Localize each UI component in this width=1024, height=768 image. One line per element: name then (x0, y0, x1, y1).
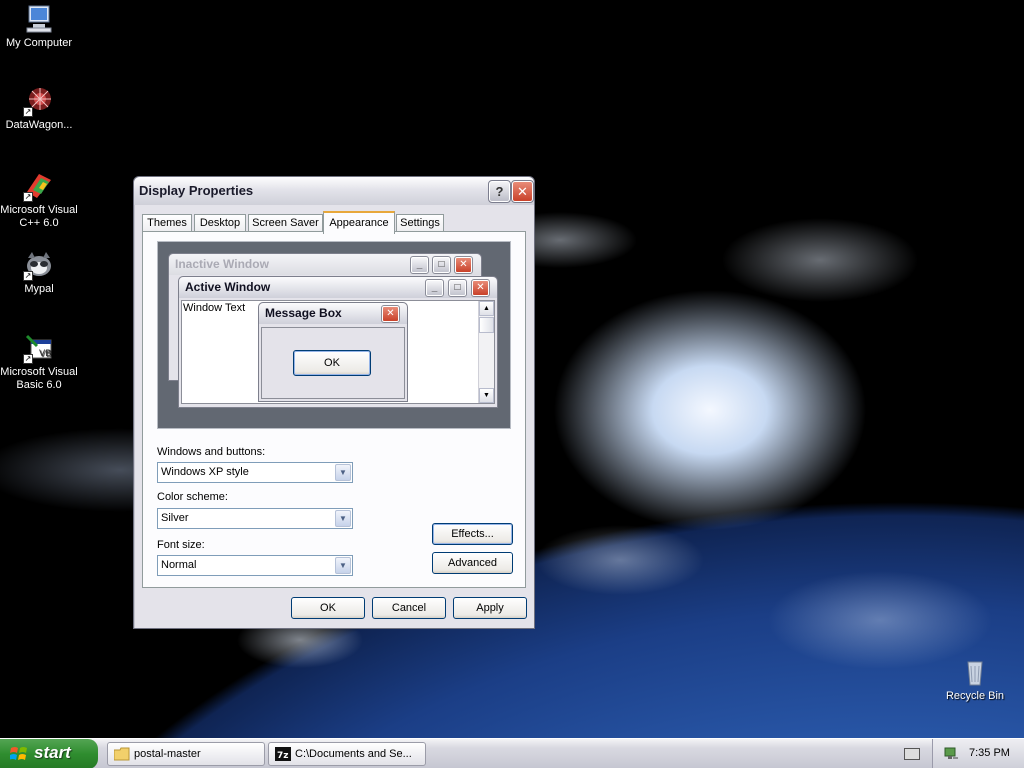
taskbar-item-postal-master[interactable]: postal-master (107, 742, 265, 766)
recycle-bin-icon (959, 656, 991, 688)
help-button[interactable]: ? (488, 180, 511, 203)
taskbar: start postal-master 7z C:\Documents and … (0, 738, 1024, 768)
system-tray: 7:35 PM (932, 739, 1024, 768)
clock[interactable]: 7:35 PM (969, 747, 1010, 759)
chevron-down-icon[interactable]: ▼ (335, 510, 351, 527)
chevron-down-icon[interactable]: ▼ (335, 557, 351, 574)
visual-cpp-icon: ↗ (23, 170, 55, 202)
maximize-icon: □ (448, 279, 467, 297)
dialog-title: Display Properties (139, 183, 254, 198)
appearance-preview: Inactive Window _ □ ✕ Active Window _ □ … (157, 241, 511, 429)
preview-message-box: Message Box ✕ OK (258, 302, 408, 402)
desktop-icon-recycle-bin[interactable]: Recycle Bin (936, 656, 1014, 703)
close-icon: ✕ (454, 256, 473, 274)
icon-label: Microsoft Visual Basic 6.0 (0, 366, 78, 391)
desktop: My Computer ↗ DataWagon... ↗ Microsoft V… (0, 0, 1024, 738)
color-scheme-select[interactable]: Silver ▼ (157, 508, 353, 529)
computer-icon (23, 3, 55, 35)
scroll-thumb (479, 317, 494, 333)
visual-basic-icon: VB ↗ (23, 332, 55, 364)
desktop-icon-datawagon[interactable]: ↗ DataWagon... (0, 85, 78, 132)
taskbar-item-7zip[interactable]: 7z C:\Documents and Se... (268, 742, 426, 766)
scrollbar: ▲ ▼ (478, 301, 494, 403)
window-text: Window Text (183, 302, 246, 314)
windows-buttons-value: Windows XP style (161, 466, 249, 478)
icon-label: Mypal (24, 283, 54, 295)
tab-appearance[interactable]: Appearance (323, 211, 395, 234)
7zip-icon: 7z (275, 747, 291, 761)
icon-label: Recycle Bin (945, 690, 1005, 702)
keyboard-icon[interactable] (904, 748, 920, 760)
close-button[interactable]: ✕ (511, 180, 534, 203)
desktop-icon-visual-cpp[interactable]: ↗ Microsoft Visual C++ 6.0 (0, 170, 78, 230)
close-icon: ✕ (381, 305, 400, 323)
desktop-icon-mypal[interactable]: ↗ Mypal (0, 249, 78, 296)
chevron-down-icon[interactable]: ▼ (335, 464, 351, 481)
windows-buttons-label: Windows and buttons: (157, 446, 266, 458)
windows-buttons-select[interactable]: Windows XP style ▼ (157, 462, 353, 483)
appearance-panel: Inactive Window _ □ ✕ Active Window _ □ … (142, 231, 526, 588)
icon-label: DataWagon... (5, 119, 73, 131)
color-scheme-label: Color scheme: (157, 491, 228, 503)
svg-text:VB: VB (39, 349, 51, 359)
cancel-button[interactable]: Cancel (372, 597, 446, 619)
minimize-icon: _ (410, 256, 429, 274)
apply-button[interactable]: Apply (453, 597, 527, 619)
mypal-icon: ↗ (23, 249, 55, 281)
datawagon-icon: ↗ (23, 85, 55, 117)
scroll-down-icon: ▼ (479, 388, 494, 403)
network-icon[interactable] (943, 746, 959, 762)
svg-text:7z: 7z (277, 751, 289, 761)
close-icon: ✕ (471, 279, 490, 297)
font-size-select[interactable]: Normal ▼ (157, 555, 353, 576)
start-label: start (34, 743, 71, 762)
task-label: C:\Documents and Se... (295, 748, 412, 760)
message-box-ok-button: OK (293, 350, 371, 376)
task-label: postal-master (134, 748, 201, 760)
maximize-icon: □ (432, 256, 451, 274)
scroll-up-icon: ▲ (479, 301, 494, 316)
icon-label: Microsoft Visual C++ 6.0 (0, 204, 78, 229)
font-size-value: Normal (161, 559, 197, 571)
display-properties-dialog: Display Properties ? ✕ Themes Desktop Sc… (133, 176, 535, 629)
folder-icon (113, 747, 130, 761)
font-size-label: Font size: (157, 539, 205, 551)
ok-button[interactable]: OK (291, 597, 365, 619)
effects-button[interactable]: Effects... (432, 523, 513, 545)
desktop-icon-my-computer[interactable]: My Computer (0, 3, 78, 50)
minimize-icon: _ (425, 279, 444, 297)
color-scheme-value: Silver (161, 512, 189, 524)
advanced-button[interactable]: Advanced (432, 552, 513, 574)
desktop-icon-visual-basic[interactable]: VB ↗ Microsoft Visual Basic 6.0 (0, 332, 78, 392)
icon-label: My Computer (5, 37, 73, 49)
dialog-titlebar[interactable]: Display Properties ? ✕ (134, 177, 534, 205)
start-button[interactable]: start (0, 739, 98, 768)
windows-flag-icon (9, 746, 28, 762)
